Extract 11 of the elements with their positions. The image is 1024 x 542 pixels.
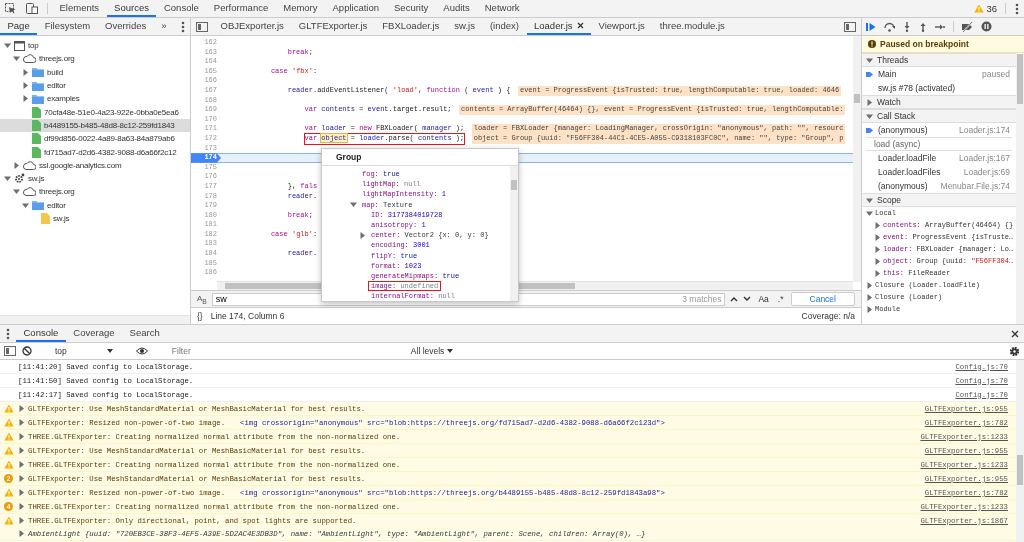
popover-title: Group <box>322 149 518 166</box>
frame-location: Loader.js:174 <box>958 125 1010 135</box>
async-separator: load (async) <box>866 137 1012 151</box>
banner-text: Paused on breakpoint <box>880 39 969 49</box>
frame-location: Menubar.File.js:74 <box>940 181 1010 191</box>
frame-location: Loader.js:167 <box>958 153 1010 163</box>
thread-status: paused <box>982 69 1010 79</box>
match-count: 3 matches <box>682 293 722 304</box>
frame-location: Loader.js:69 <box>963 167 1010 177</box>
cursor-position: Line 174, Column 6 <box>210 311 285 321</box>
coverage-status: Coverage: n/a <box>801 311 855 321</box>
